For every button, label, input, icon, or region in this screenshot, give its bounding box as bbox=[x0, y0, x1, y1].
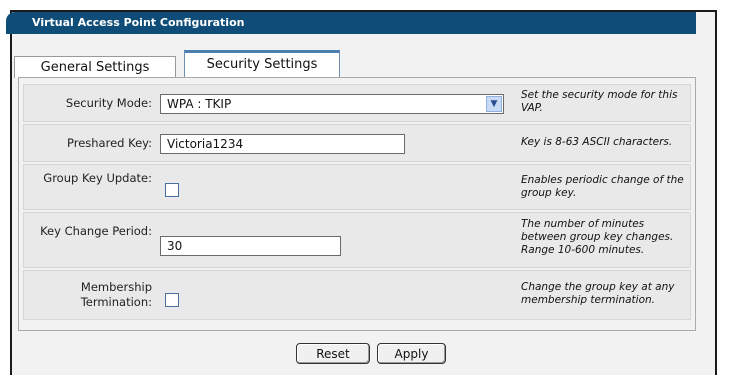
button-bar: Reset Apply bbox=[18, 331, 696, 365]
reset-button[interactable]: Reset bbox=[296, 343, 370, 364]
key-change-period-input[interactable] bbox=[160, 236, 341, 256]
security-settings-panel: Security Mode: WPA : TKIP ▼ Set the secu… bbox=[18, 77, 696, 331]
group-key-update-label: Group Key Update: bbox=[43, 171, 152, 185]
tab-security-settings[interactable]: Security Settings bbox=[184, 50, 340, 78]
key-change-period-help: The number of minutes between group key … bbox=[521, 218, 674, 256]
security-mode-row: Security Mode: WPA : TKIP ▼ Set the secu… bbox=[23, 84, 691, 122]
preshared-key-input[interactable] bbox=[160, 134, 405, 154]
security-mode-help: Set the security mode for this VAP. bbox=[521, 89, 678, 114]
security-mode-select[interactable]: WPA : TKIP ▼ bbox=[160, 94, 504, 114]
chevron-down-icon[interactable]: ▼ bbox=[486, 96, 502, 112]
panel-title: Virtual Access Point Configuration bbox=[6, 12, 696, 34]
preshared-key-label: Preshared Key: bbox=[66, 136, 152, 150]
preshared-key-row: Preshared Key: Key is 8-63 ASCII charact… bbox=[23, 124, 691, 162]
key-change-period-row: Key Change Period: The number of minutes… bbox=[23, 212, 691, 268]
group-key-update-checkbox[interactable] bbox=[165, 183, 179, 197]
membership-termination-row: Membership Termination: Change the group… bbox=[23, 270, 691, 320]
group-key-update-help: Enables periodic change of the group key… bbox=[521, 174, 684, 199]
security-mode-label: Security Mode: bbox=[65, 96, 152, 110]
key-change-period-label: Key Change Period: bbox=[40, 224, 152, 238]
membership-termination-label: Membership Termination: bbox=[80, 280, 152, 309]
security-mode-value: WPA : TKIP bbox=[167, 97, 232, 111]
group-key-update-row: Group Key Update: Enables periodic chang… bbox=[23, 164, 691, 210]
apply-button[interactable]: Apply bbox=[377, 343, 446, 364]
membership-termination-checkbox[interactable] bbox=[165, 293, 179, 307]
membership-termination-help: Change the group key at any membership t… bbox=[521, 281, 675, 306]
preshared-key-help: Key is 8-63 ASCII characters. bbox=[521, 136, 673, 148]
tab-general-settings[interactable]: General Settings bbox=[14, 56, 176, 78]
